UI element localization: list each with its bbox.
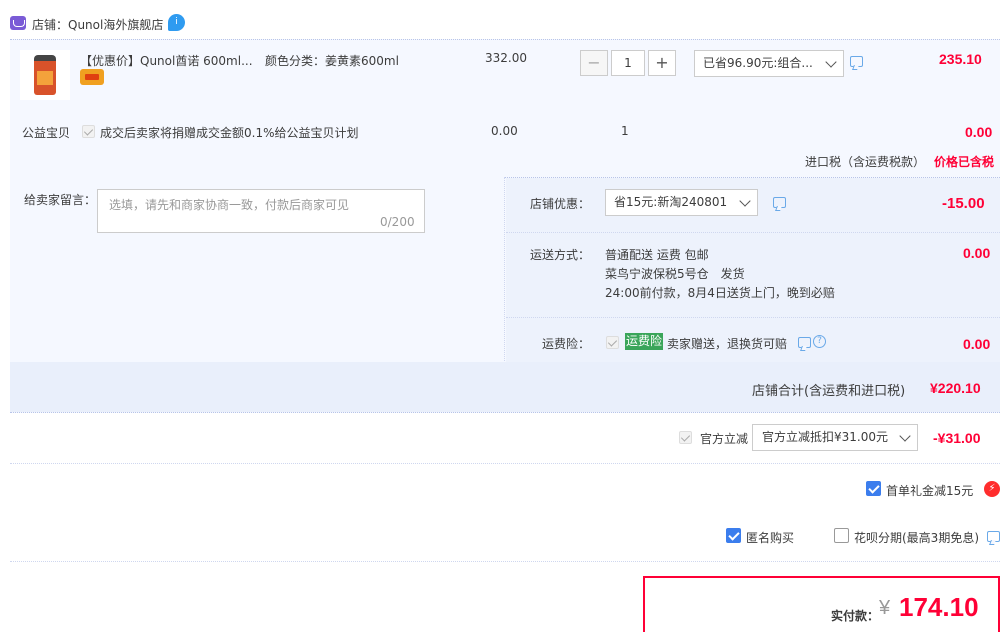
lightning-icon: ⚡ <box>984 481 1000 497</box>
shop-coupon-value: 省15元:新淘240801 <box>614 195 728 209</box>
shipping-warehouse: 菜鸟宁波保税5号仓 发货 <box>605 267 745 281</box>
payment-currency: ¥ <box>879 597 891 619</box>
shipping-fee: 0.00 <box>963 245 991 261</box>
coupon-comment-icon[interactable] <box>773 197 786 208</box>
product-title-link[interactable]: 【优惠价】Qunol酋诺 600ml... <box>80 52 253 69</box>
item-promotion-value: 已省96.90元:组合... <box>703 56 813 70</box>
promo-comment-icon[interactable] <box>850 56 863 67</box>
charity-text: 成交后卖家将捐赠成交金额0.1%给公益宝贝计划 <box>100 126 359 140</box>
help-icon[interactable]: ? <box>813 335 826 348</box>
chat-bubble-icon[interactable]: i <box>168 14 185 31</box>
shipping-eta: 24:00前付款，8月4日送货上门，晚到必赔 <box>605 286 835 300</box>
divider <box>10 561 1000 562</box>
shop-icon <box>10 16 26 30</box>
payment-label: 实付款： <box>831 609 880 623</box>
insurance-checkbox <box>606 336 619 349</box>
anonymous-checkbox[interactable] <box>726 528 741 543</box>
shop-total-value: ¥220.10 <box>930 380 981 396</box>
anonymous-label[interactable]: 匿名购买 <box>746 529 794 546</box>
chevron-down-icon <box>739 195 751 207</box>
insurance-label: 运费险： <box>542 337 591 351</box>
shop-total-label: 店铺合计(含运费和进口税) <box>752 384 906 399</box>
charity-qty: 1 <box>621 124 629 138</box>
chevron-down-icon <box>825 56 837 68</box>
import-tax-value: 价格已含税 <box>934 155 995 169</box>
quantity-input[interactable]: 1 <box>611 50 645 76</box>
quantity-decrease-button[interactable]: − <box>580 50 608 76</box>
shipping-method: 普通配送 运费 包邮 <box>605 248 709 262</box>
product-thumbnail[interactable] <box>20 50 70 100</box>
first-order-label[interactable]: 首单礼金减15元 <box>886 482 973 499</box>
charity-label: 公益宝贝 <box>22 126 71 140</box>
shop-coupon-discount: -15.00 <box>942 195 985 212</box>
import-tax-label: 进口税（含运费税款） <box>805 155 926 169</box>
divider <box>10 463 1000 464</box>
message-label: 给卖家留言： <box>24 193 97 207</box>
shipping-label: 运送方式： <box>530 248 591 262</box>
item-subtotal: 235.10 <box>939 51 982 67</box>
huabei-label[interactable]: 花呗分期(最高3期免息) <box>854 529 979 546</box>
shop-name[interactable]: 店铺：Qunol海外旗舰店 <box>32 16 163 33</box>
unit-price: 332.00 <box>485 51 527 65</box>
seller-message-placeholder: 选填，请先和商家协商一致，付款后商家可见 <box>109 198 350 212</box>
chevron-down-icon <box>899 430 911 442</box>
divider <box>506 232 1000 233</box>
coupon-badge-icon <box>80 69 104 85</box>
charity-price: 0.00 <box>491 124 518 138</box>
insurance-tag: 运费险 <box>625 333 664 350</box>
quantity-increase-button[interactable]: + <box>648 50 676 76</box>
first-order-checkbox[interactable] <box>866 481 881 496</box>
message-char-count: 0/200 <box>380 215 415 229</box>
official-discount-option: 官方立减抵扣¥31.00元 <box>762 430 888 444</box>
insurance-fee: 0.00 <box>963 336 991 352</box>
charity-total: 0.00 <box>965 124 993 140</box>
shop-coupon-select[interactable]: 省15元:新淘240801 <box>605 189 758 216</box>
item-promotion-select[interactable]: 已省96.90元:组合... <box>694 50 844 77</box>
divider <box>506 317 1000 318</box>
official-discount-select[interactable]: 官方立减抵扣¥31.00元 <box>752 424 918 451</box>
charity-checkbox <box>82 125 95 138</box>
official-discount-checkbox <box>679 431 692 444</box>
payment-amount: 174.10 <box>899 592 979 622</box>
huabei-checkbox[interactable] <box>834 528 849 543</box>
shop-coupon-label: 店铺优惠： <box>530 197 591 211</box>
insurance-comment-icon[interactable] <box>798 337 811 348</box>
insurance-text: 卖家赠送，退换货可赔 <box>667 337 788 351</box>
huabei-comment-icon[interactable] <box>987 531 1000 542</box>
official-discount-value: -¥31.00 <box>933 430 981 446</box>
product-sku: 颜色分类：姜黄素600ml <box>265 54 399 68</box>
official-discount-label: 官方立减 <box>700 432 749 446</box>
